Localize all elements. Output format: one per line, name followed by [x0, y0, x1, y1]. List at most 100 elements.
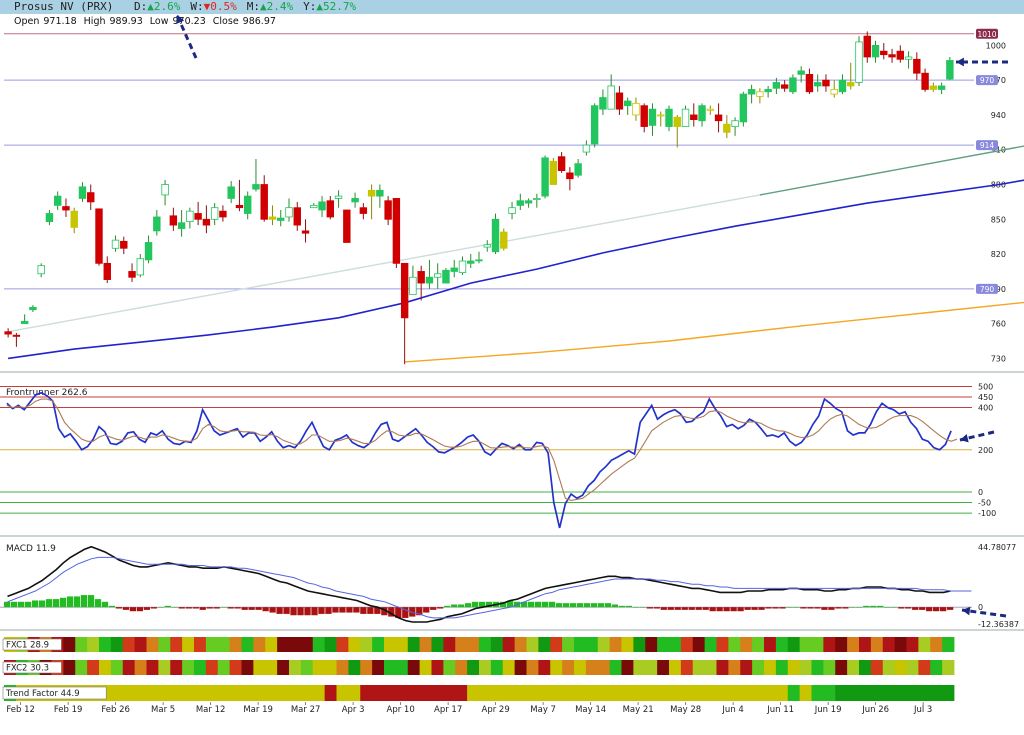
fxc-cell — [241, 660, 254, 675]
macd-histogram-bar — [800, 607, 807, 609]
macd-histogram-bar — [234, 607, 241, 609]
candle-body — [417, 271, 425, 284]
macd-histogram-bar — [681, 607, 688, 610]
candle-body — [475, 259, 483, 262]
fxc-cell — [312, 660, 326, 675]
candle-body — [153, 216, 161, 232]
macd-histogram-bar — [227, 607, 234, 609]
frontrunner-y-tick: 450 — [978, 393, 993, 402]
candle-body — [805, 73, 814, 93]
fxc-cell — [692, 637, 706, 652]
trend-factor-cell — [918, 685, 931, 701]
fxc-cell — [205, 660, 219, 675]
fxc-cell — [419, 637, 432, 652]
candle-body — [516, 200, 525, 206]
trend-factor-cell — [859, 685, 872, 701]
price-level-badge-label: 790 — [980, 285, 995, 294]
fxc-cell — [229, 637, 242, 652]
fxc-cell — [241, 637, 254, 652]
trend-factor-cell — [253, 685, 266, 701]
x-tick-label: Feb 19 — [54, 705, 83, 715]
price-y-tick: 940 — [991, 111, 1006, 120]
macd-histogram-bar — [108, 605, 116, 608]
price-level-badge-label: 1010 — [977, 30, 996, 39]
trend-factor-cell — [526, 685, 539, 701]
fxc-cell — [205, 637, 219, 652]
macd-histogram-bar — [66, 596, 74, 608]
candle-body — [533, 198, 541, 200]
macd-title: MACD 11.9 — [6, 544, 56, 554]
macd-histogram-bar — [611, 604, 619, 608]
fxc-cell — [906, 637, 919, 652]
fxc-cell — [146, 637, 159, 652]
fxc-cell — [633, 637, 646, 652]
macd-histogram-bar — [192, 607, 199, 609]
macd-histogram-bar — [905, 607, 912, 609]
x-tick-label: Jun 26 — [861, 705, 889, 715]
trend-factor-cell — [336, 685, 349, 701]
fxc-cell — [395, 637, 409, 652]
candle-body — [847, 82, 855, 87]
macd-y-tick: 44.78077 — [978, 543, 1016, 552]
x-tick-label: May 14 — [575, 705, 606, 715]
macd-histogram-bar — [597, 603, 605, 608]
strip-label: FXC1 28.9 — [6, 641, 49, 651]
candle-body — [904, 56, 913, 60]
candle-body — [797, 70, 805, 75]
fxc-cell — [550, 637, 563, 652]
fxc-cell — [621, 660, 634, 675]
trend-factor-cell — [514, 685, 527, 701]
macd-histogram-bar — [115, 607, 123, 609]
candle-body — [87, 192, 95, 203]
trend-factor-cell — [585, 685, 599, 701]
candle-body — [120, 240, 128, 249]
x-tick-label: May 7 — [530, 705, 556, 715]
price-y-tick: 1000 — [986, 41, 1006, 50]
macd-histogram-bar — [269, 607, 276, 613]
fxc-cell — [110, 637, 124, 652]
macd-histogram-bar — [304, 607, 311, 616]
fxc-cell — [645, 660, 658, 675]
candle-body — [871, 44, 880, 58]
x-tick-label: Apr 29 — [482, 705, 510, 715]
fxc-cell — [764, 637, 777, 652]
fxc-cell — [289, 637, 302, 652]
macd-histogram-bar — [52, 599, 60, 608]
candle-body — [681, 108, 690, 127]
macd-histogram-bar — [178, 607, 185, 609]
macd-histogram-bar — [31, 600, 39, 608]
trend-factor-cell — [122, 685, 136, 701]
fxc-cell — [906, 660, 919, 675]
candle-body — [334, 195, 343, 199]
price-y-tick: 820 — [991, 250, 1006, 259]
candle-body — [946, 60, 954, 80]
candle-body — [367, 189, 376, 197]
macd-histogram-bar — [80, 595, 88, 608]
candle-body — [45, 213, 54, 223]
fxc-cell — [752, 660, 765, 675]
candle-body — [343, 209, 351, 243]
candle-body — [268, 216, 277, 220]
fxc-cell — [490, 660, 504, 675]
candle-body — [194, 213, 202, 220]
candle-body — [260, 184, 268, 220]
trend-factor-cell — [704, 685, 717, 701]
trend-factor-cell — [538, 685, 551, 701]
trend-factor-cell — [550, 685, 563, 701]
macd-histogram-bar — [360, 607, 367, 614]
fxc-cell — [514, 660, 527, 675]
macd-histogram-bar — [842, 607, 849, 609]
macd-histogram-bar — [101, 601, 109, 608]
macd-histogram-bar — [73, 596, 81, 608]
fxc-cell — [811, 637, 824, 652]
macd-histogram-bar — [325, 607, 332, 614]
trend-factor-cell — [443, 685, 456, 701]
macd-histogram-bar — [919, 607, 926, 610]
fxc-cell — [918, 637, 931, 652]
candle-body — [186, 210, 194, 223]
macd-histogram-bar — [346, 607, 353, 613]
fxc-cell — [99, 637, 112, 652]
candle-body — [780, 84, 789, 89]
candle-body — [450, 267, 458, 272]
fxc-cell — [847, 660, 860, 675]
